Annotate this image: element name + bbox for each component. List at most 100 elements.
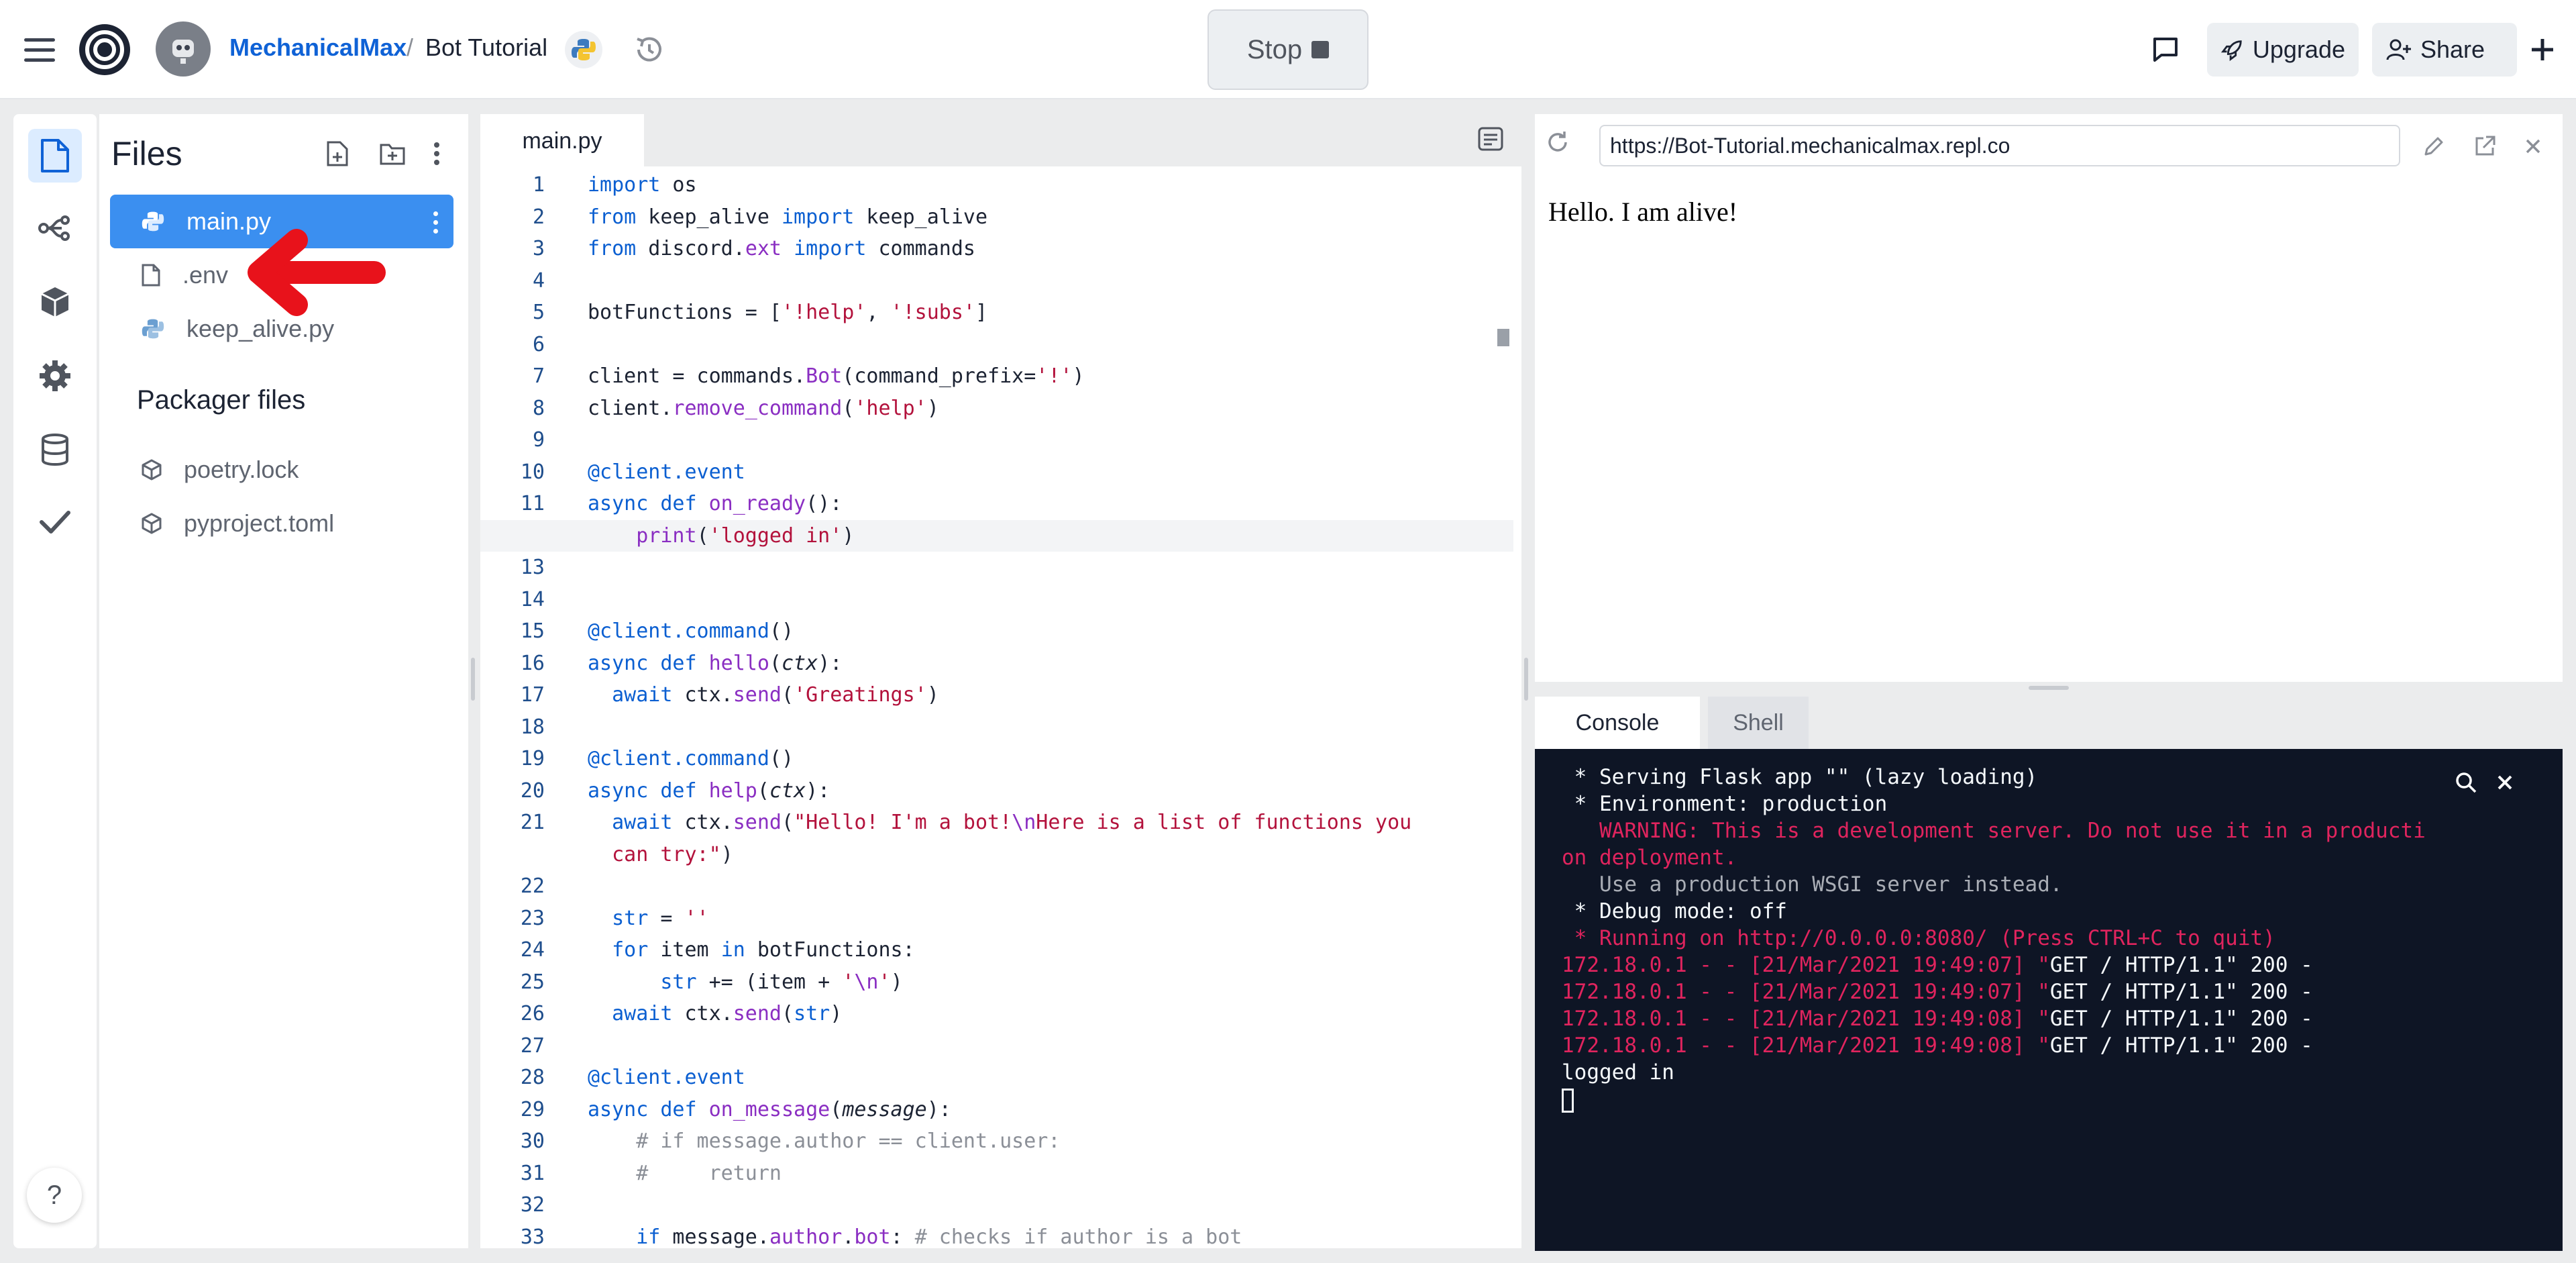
top-bar: MechanicalMax / Bot Tutorial Stop Upgrad… bbox=[0, 0, 2576, 99]
code-line: async def help(ctx): bbox=[588, 778, 830, 803]
files-title: Files bbox=[111, 135, 182, 172]
close-icon[interactable] bbox=[2516, 129, 2551, 164]
code-line: import os bbox=[588, 173, 697, 197]
console-prompt[interactable] bbox=[1562, 1086, 2555, 1113]
code-area[interactable]: import os from keep_alive import keep_al… bbox=[480, 169, 1513, 1253]
share-button[interactable]: Share bbox=[2372, 23, 2517, 77]
editor-menu-icon[interactable] bbox=[1477, 126, 1507, 154]
open-new-tab-icon[interactable] bbox=[2467, 129, 2502, 164]
share-label: Share bbox=[2420, 36, 2485, 63]
files-more-icon[interactable] bbox=[420, 137, 453, 170]
line-number: 19 bbox=[520, 747, 545, 770]
database-icon[interactable] bbox=[28, 423, 82, 476]
code-line: @client.event bbox=[588, 1066, 745, 1089]
code-line: for item in botFunctions: bbox=[612, 938, 915, 962]
edit-icon[interactable] bbox=[2416, 129, 2451, 164]
code-line: async def hello(ctx): bbox=[588, 651, 843, 675]
line-number: 21 bbox=[520, 811, 545, 834]
file-more-icon[interactable] bbox=[425, 205, 445, 239]
breadcrumb-repl-name[interactable]: Bot Tutorial bbox=[425, 34, 547, 62]
upgrade-button[interactable]: Upgrade bbox=[2207, 23, 2359, 77]
line-number bbox=[480, 839, 545, 871]
editor-resize-handle[interactable] bbox=[1524, 658, 1528, 701]
code-line: # return bbox=[636, 1161, 782, 1185]
console-search-icon[interactable] bbox=[2450, 766, 2482, 799]
replit-logo[interactable] bbox=[75, 20, 134, 79]
code-editor: main.py 12345678910111213141516171819202… bbox=[480, 114, 1521, 1249]
file-item-pyproject-toml[interactable]: pyproject.toml bbox=[110, 497, 453, 550]
console-log-line: 172.18.0.1 - - [21/Mar/2021 19:49:08] "G… bbox=[1562, 1033, 2313, 1058]
rocket-icon bbox=[2220, 40, 2242, 62]
line-number: 28 bbox=[520, 1066, 545, 1089]
code-line: if message.author.bot: # checks if autho… bbox=[636, 1225, 1242, 1249]
refresh-icon[interactable] bbox=[1544, 129, 1582, 164]
line-number: 4 bbox=[532, 268, 545, 293]
line-number: 9 bbox=[532, 428, 545, 452]
add-user-icon bbox=[2386, 39, 2411, 60]
package-icon bbox=[142, 459, 162, 481]
menu-icon[interactable] bbox=[19, 30, 60, 70]
line-number: 5 bbox=[532, 301, 545, 324]
stop-button[interactable]: Stop bbox=[1208, 9, 1368, 90]
packager-files-title: Packager files bbox=[137, 385, 306, 415]
console-line: * Environment: production bbox=[1562, 792, 1888, 816]
line-number: 16 bbox=[520, 651, 545, 675]
code-line: @client.event bbox=[588, 460, 745, 484]
line-number: 33 bbox=[520, 1225, 545, 1249]
breadcrumb-owner[interactable]: MechanicalMax bbox=[229, 34, 407, 62]
files-resize-handle[interactable] bbox=[471, 658, 475, 701]
file-name: .env bbox=[182, 261, 229, 289]
webview-url-input[interactable] bbox=[1599, 125, 2400, 166]
console-clear-icon[interactable] bbox=[2489, 766, 2521, 799]
editor-scrollbar[interactable] bbox=[1497, 329, 1509, 346]
code-line: async def on_message(message): bbox=[588, 1097, 951, 1121]
line-number: 11 bbox=[520, 492, 545, 515]
packages-icon[interactable] bbox=[28, 275, 82, 329]
unit-tests-icon[interactable] bbox=[28, 495, 82, 549]
files-icon[interactable] bbox=[28, 129, 82, 183]
code-line: @client.command() bbox=[588, 619, 794, 643]
new-file-icon[interactable] bbox=[321, 137, 354, 170]
panel-resize-handle[interactable] bbox=[2029, 686, 2069, 690]
line-number: 20 bbox=[520, 778, 545, 803]
console-tab-bar: Console Shell bbox=[1535, 697, 2563, 749]
code-line: # if message.author == client.user: bbox=[636, 1129, 1061, 1153]
file-name: pyproject.toml bbox=[184, 509, 335, 537]
settings-icon[interactable] bbox=[28, 349, 82, 403]
version-control-icon[interactable] bbox=[28, 201, 82, 255]
line-number: 31 bbox=[520, 1161, 545, 1185]
log-prefix: 172.18.0.1 - - [21/Mar/2021 19:49:07] " bbox=[1562, 953, 2050, 977]
help-button[interactable]: ? bbox=[27, 1168, 82, 1223]
upgrade-label: Upgrade bbox=[2252, 36, 2345, 63]
editor-tab-main-py[interactable]: main.py bbox=[480, 114, 644, 168]
console-log-line: 172.18.0.1 - - [21/Mar/2021 19:49:08] "G… bbox=[1562, 1007, 2313, 1031]
new-folder-icon[interactable] bbox=[376, 137, 409, 170]
tab-shell[interactable]: Shell bbox=[1708, 697, 1809, 749]
file-item-poetry-lock[interactable]: poetry.lock bbox=[110, 443, 453, 497]
console-line: * Serving Flask app "" (lazy loading) bbox=[1562, 765, 2038, 789]
tab-console[interactable]: Console bbox=[1535, 697, 1700, 749]
console-line: logged in bbox=[1562, 1060, 1674, 1084]
line-number: 7 bbox=[532, 364, 545, 388]
console-output[interactable]: * Serving Flask app "" (lazy loading) * … bbox=[1535, 749, 2563, 1251]
history-icon[interactable] bbox=[631, 31, 668, 68]
red-arrow-annotation bbox=[248, 229, 386, 316]
avatar[interactable] bbox=[156, 21, 211, 77]
log-prefix: 172.18.0.1 - - [21/Mar/2021 19:49:08] " bbox=[1562, 1007, 2050, 1031]
plus-icon[interactable] bbox=[2520, 27, 2565, 72]
python-icon[interactable] bbox=[565, 31, 602, 68]
console-line: * Debug mode: off bbox=[1562, 899, 1787, 923]
webview-panel: Hello. I am alive! bbox=[1535, 114, 2563, 682]
console-line: on deployment. bbox=[1562, 846, 1737, 870]
terminal-cursor bbox=[1562, 1088, 1574, 1113]
file-name: poetry.lock bbox=[184, 456, 299, 483]
chat-icon[interactable] bbox=[2144, 28, 2187, 71]
python-icon bbox=[142, 211, 164, 232]
